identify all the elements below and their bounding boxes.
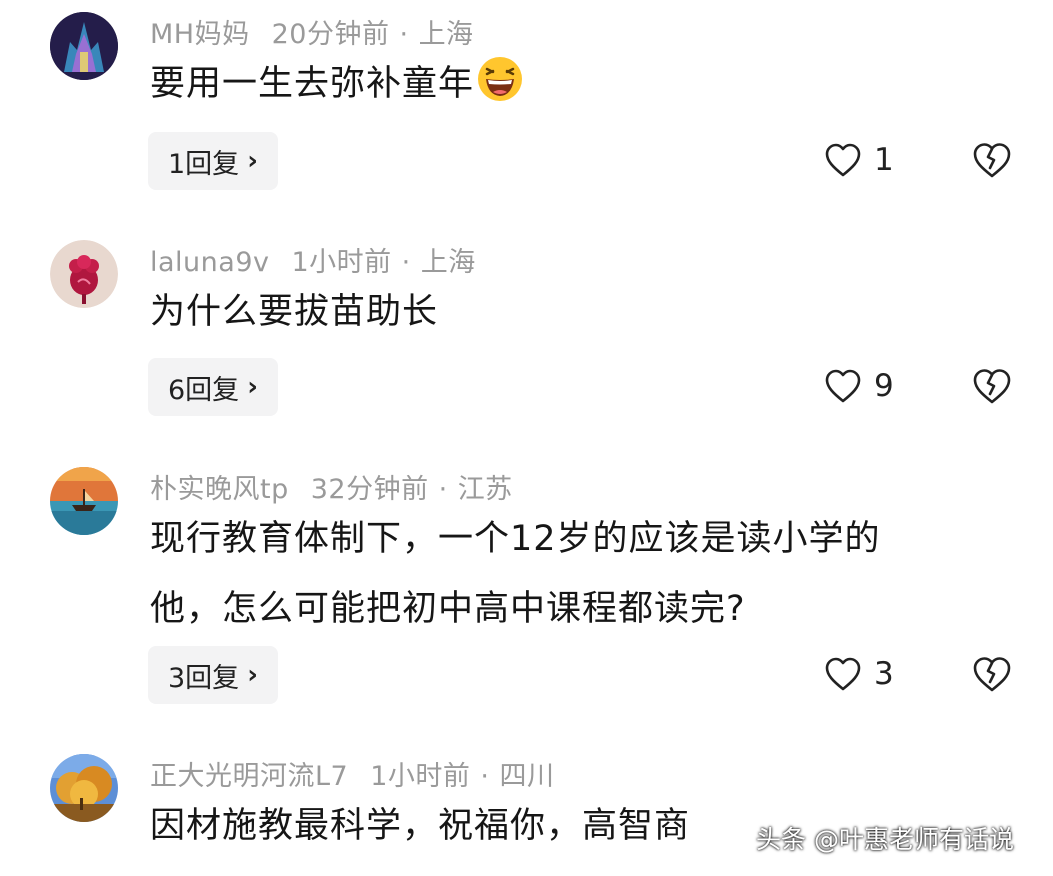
broken-heart-icon — [973, 143, 1011, 178]
comment-meta: laluna9v 1小时前 · 上海 — [150, 240, 476, 279]
heart-outline-icon — [825, 143, 861, 177]
replies-button[interactable]: 3回复 › — [148, 646, 278, 704]
replies-count: 3回复 — [168, 662, 240, 694]
broken-heart-icon — [973, 657, 1011, 692]
like-button[interactable]: 3 — [824, 656, 894, 692]
heart-outline-icon — [825, 369, 861, 403]
heart-outline-icon — [825, 657, 861, 691]
dislike-button[interactable] — [972, 141, 1012, 179]
replies-button[interactable]: 6回复 › — [148, 358, 278, 416]
location: 四川 — [499, 761, 555, 792]
separator: · — [438, 474, 448, 505]
broken-heart-icon — [973, 369, 1011, 404]
watermark: 头条 @叶惠老师有话说 — [756, 825, 1014, 854]
location: 江苏 — [457, 474, 513, 505]
comment-text-content: 要用一生去弥补童年 — [150, 64, 475, 104]
location: 上海 — [418, 19, 474, 50]
like-count: 3 — [874, 656, 894, 692]
avatar[interactable] — [50, 467, 118, 535]
comment-text-content: 因材施教最科学，祝福你，高智商 — [150, 806, 691, 846]
like-button[interactable]: 9 — [824, 368, 894, 404]
timestamp: 32分钟前 — [310, 474, 429, 505]
timestamp: 1小时前 — [370, 761, 471, 792]
username[interactable]: 正大光明河流L7 — [150, 761, 348, 792]
replies-button[interactable]: 1回复 › — [148, 132, 278, 190]
comment-text: 现行教育体制下，一个12岁的应该是读小学的 他，怎么可能把初中高中课程都读完? — [150, 510, 990, 638]
comment-text: 为什么要拔苗助长 — [150, 283, 990, 341]
replies-count: 1回复 — [168, 148, 240, 180]
comment-text-line: 现行教育体制下，一个12岁的应该是读小学的 — [150, 519, 881, 559]
username[interactable]: laluna9v — [150, 247, 269, 278]
replies-count: 6回复 — [168, 374, 240, 406]
avatar[interactable] — [50, 12, 118, 80]
dislike-button[interactable] — [972, 655, 1012, 693]
separator: · — [399, 19, 409, 50]
comment-meta: 朴实晚风tp 32分钟前 · 江苏 — [150, 467, 513, 506]
avatar[interactable] — [50, 754, 118, 822]
location: 上海 — [420, 247, 476, 278]
comment-meta: MH妈妈 20分钟前 · 上海 — [150, 12, 474, 51]
like-count: 9 — [874, 368, 894, 404]
separator: · — [401, 247, 411, 278]
comment-text: 要用一生去弥补童年 — [150, 55, 990, 113]
username[interactable]: 朴实晚风tp — [150, 474, 289, 505]
separator: · — [480, 761, 490, 792]
username[interactable]: MH妈妈 — [150, 19, 250, 50]
chevron-right-icon: › — [247, 372, 258, 402]
chevron-right-icon: › — [247, 660, 258, 690]
like-button[interactable]: 1 — [824, 142, 894, 178]
chevron-right-icon: › — [247, 146, 258, 176]
like-count: 1 — [874, 142, 894, 178]
timestamp: 1小时前 — [291, 247, 392, 278]
timestamp: 20分钟前 — [271, 19, 390, 50]
dislike-button[interactable] — [972, 367, 1012, 405]
comment-meta: 正大光明河流L7 1小时前 · 四川 — [150, 754, 555, 793]
laughing-emoji-icon — [476, 55, 524, 103]
comment-text-line: 他，怎么可能把初中高中课程都读完? — [150, 589, 746, 629]
avatar[interactable] — [50, 240, 118, 308]
comment-text-content: 为什么要拔苗助长 — [150, 292, 439, 332]
